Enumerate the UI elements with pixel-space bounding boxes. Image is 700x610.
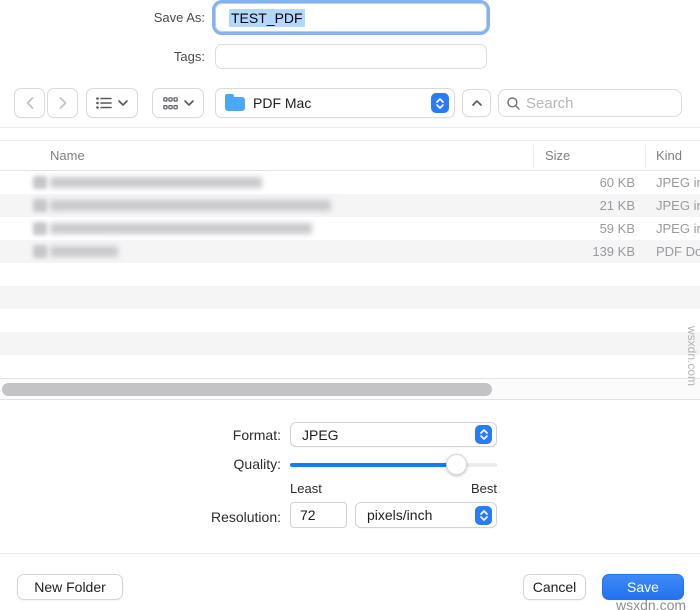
file-name-redacted <box>50 246 118 257</box>
search-icon <box>507 96 520 110</box>
column-header-size[interactable]: Size <box>545 148 570 163</box>
new-folder-button[interactable]: New Folder <box>17 574 123 600</box>
save-label: Save <box>627 579 659 595</box>
file-list-header: Name Size Kind <box>0 140 700 171</box>
location-popup[interactable]: PDF Mac <box>215 88 455 118</box>
chevron-down-icon <box>118 100 128 106</box>
file-size: 21 KB <box>599 198 635 213</box>
horizontal-scrollbar[interactable] <box>0 378 700 400</box>
list-view-icon <box>96 97 112 109</box>
slider-thumb[interactable] <box>445 454 467 475</box>
column-header-kind[interactable]: Kind <box>656 148 682 163</box>
file-row[interactable]: 59 KB JPEG image <box>0 217 700 240</box>
empty-row <box>0 332 700 355</box>
file-kind: JPEG image <box>656 175 700 190</box>
search-placeholder: Search <box>526 94 574 112</box>
file-list: 60 KB JPEG image 21 KB JPEG image 59 KB JPEG … <box>0 171 700 355</box>
quality-label: Quality: <box>233 456 281 472</box>
empty-row <box>0 263 700 286</box>
tags-input[interactable] <box>215 44 487 69</box>
popup-stepper-icon <box>431 93 449 113</box>
save-dialog: Save As: TEST_PDF Tags: PDF Mac Search N… <box>0 0 700 610</box>
quality-least-label: Least <box>290 481 322 496</box>
folder-icon <box>225 94 245 111</box>
watermark-text: wsxdn.com <box>685 326 699 387</box>
file-name-redacted <box>50 200 331 211</box>
file-row[interactable]: 60 KB JPEG image <box>0 171 700 194</box>
file-name-redacted <box>50 223 312 234</box>
resolution-unit-dropdown[interactable]: pixels/inch <box>355 502 497 528</box>
watermark-text: wsxdn.com <box>616 597 687 610</box>
dropdown-stepper-icon <box>475 505 492 525</box>
dropdown-stepper-icon <box>475 425 492 444</box>
resolution-unit-value: pixels/inch <box>367 507 433 523</box>
chevron-up-icon <box>471 100 482 106</box>
file-size: 59 KB <box>599 221 635 236</box>
resolution-label: Resolution: <box>210 509 281 525</box>
file-size: 139 KB <box>592 244 635 259</box>
new-folder-label: New Folder <box>34 579 106 595</box>
file-kind: PDF Document <box>656 244 700 259</box>
file-kind: JPEG image <box>656 221 700 236</box>
back-button[interactable] <box>14 88 45 118</box>
scrollbar-thumb[interactable] <box>2 383 492 396</box>
file-kind: JPEG image <box>656 198 700 213</box>
divider <box>0 553 700 554</box>
save-as-input[interactable]: TEST_PDF <box>212 0 490 35</box>
file-row[interactable]: 139 KB PDF Document <box>0 240 700 263</box>
quality-best-label: Best <box>470 481 497 496</box>
empty-row <box>0 286 700 309</box>
location-popup-value: PDF Mac <box>253 95 312 111</box>
slider-fill <box>290 463 456 467</box>
chevron-down-icon <box>183 100 194 106</box>
resolution-value: 72 <box>300 507 316 523</box>
file-row[interactable]: 21 KB JPEG image <box>0 194 700 217</box>
tags-label: Tags: <box>173 49 205 64</box>
cancel-label: Cancel <box>532 579 577 595</box>
quality-slider[interactable] <box>290 454 497 475</box>
column-header-name[interactable]: Name <box>50 148 85 163</box>
collapse-dialog-button[interactable] <box>462 89 491 117</box>
format-dropdown[interactable]: JPEG <box>290 422 497 447</box>
column-divider[interactable] <box>645 145 646 168</box>
cancel-button[interactable]: Cancel <box>523 574 586 600</box>
file-name-redacted <box>50 177 262 188</box>
chevron-left-icon <box>26 97 33 109</box>
empty-row <box>0 309 700 332</box>
search-input[interactable]: Search <box>498 89 682 117</box>
format-label: Format: <box>232 427 281 443</box>
format-value: JPEG <box>302 426 339 443</box>
quality-scale-labels: Least Best <box>290 481 497 496</box>
view-list-button[interactable] <box>86 88 138 118</box>
save-as-label: Save As: <box>153 10 205 25</box>
divider <box>0 127 700 128</box>
save-as-value: TEST_PDF <box>229 8 305 27</box>
file-icon-redacted <box>33 222 47 235</box>
file-icon-redacted <box>33 199 47 212</box>
forward-button[interactable] <box>47 88 78 118</box>
view-group-button[interactable] <box>152 88 204 118</box>
file-icon-redacted <box>33 245 47 258</box>
column-divider[interactable] <box>533 145 534 168</box>
resolution-input[interactable]: 72 <box>290 502 347 528</box>
chevron-right-icon <box>59 97 66 109</box>
file-size: 60 KB <box>599 175 635 190</box>
file-icon-redacted <box>33 176 47 189</box>
group-view-icon <box>162 96 178 109</box>
